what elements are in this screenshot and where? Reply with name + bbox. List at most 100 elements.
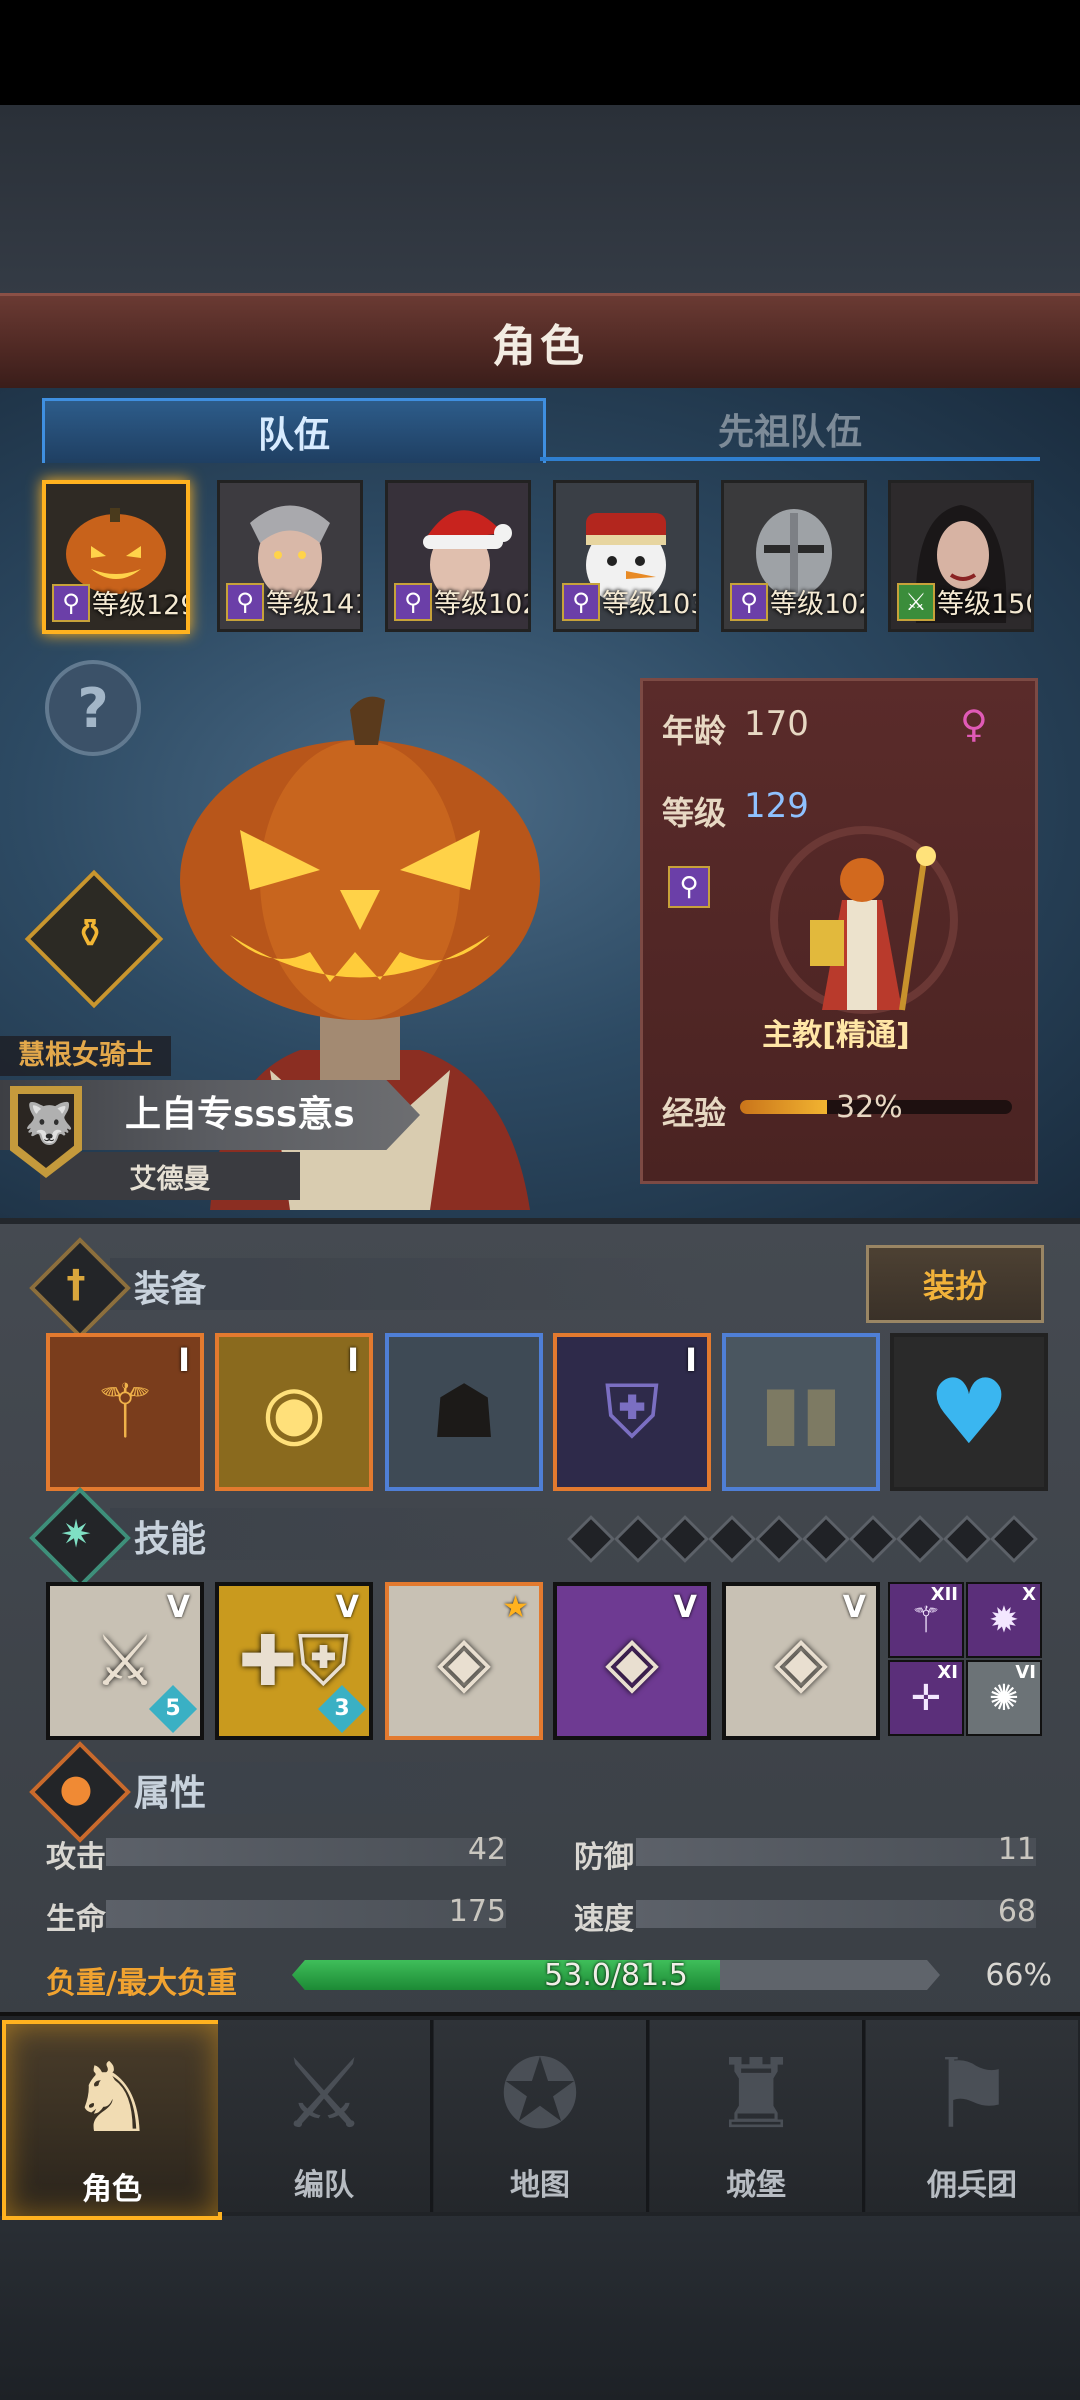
nav-label: 城堡 — [726, 2168, 786, 2203]
passive-skill-2[interactable]: ✹ X — [966, 1582, 1042, 1658]
mercenary-icon: ⚑ — [928, 2038, 1016, 2150]
nav-label: 角色 — [82, 2172, 142, 2207]
formation-icon: ⚔ — [280, 2038, 368, 2150]
skill-pip — [613, 1514, 663, 1564]
passive-tier: XII — [930, 1584, 958, 1605]
skill-pip — [801, 1514, 851, 1564]
skill-slot-3[interactable]: ◈ ★ — [385, 1582, 543, 1740]
age-value: 170 — [744, 704, 809, 744]
passive-skill-4[interactable]: ✺ VI — [966, 1660, 1042, 1736]
skill-pip — [566, 1514, 616, 1564]
bottom-backdrop — [0, 2212, 1080, 2400]
class-name: 主教[精通] — [762, 1018, 910, 1053]
hero-slot-5[interactable]: ⚲ 等级102 — [721, 480, 867, 632]
attack-label: 攻击 — [46, 1840, 106, 1875]
nav-label: 佣兵团 — [927, 2168, 1017, 2203]
skill-slot-1[interactable]: ⚔ V 5 — [46, 1582, 204, 1740]
equip-slot-1[interactable]: ⚚ I — [46, 1333, 204, 1491]
nav-map[interactable]: ✪ 地图 — [434, 2020, 649, 2212]
hero-slot-2[interactable]: ⚲ 等级141 — [217, 480, 363, 632]
skill-slot-2[interactable]: ✚⛨ V 3 — [215, 1582, 373, 1740]
hero-level: 等级102 — [434, 589, 531, 620]
nav-mercenary[interactable]: ⚑ 佣兵团 — [866, 2020, 1078, 2212]
speed-label: 速度 — [574, 1902, 634, 1937]
passive-skill-3[interactable]: ✛ XI — [888, 1660, 964, 1736]
defense-value: 11 — [997, 1832, 1036, 1867]
family-name: 艾德曼 — [40, 1152, 300, 1200]
status-bar-area — [0, 0, 1080, 105]
equip-tier: I — [685, 1341, 697, 1379]
compass-map-icon: ✪ — [499, 2038, 581, 2150]
hp-label: 生命 — [46, 1902, 106, 1937]
passive-tier: VI — [1015, 1662, 1036, 1683]
hero-level: 等级102 — [770, 589, 867, 620]
skill-pip — [660, 1514, 710, 1564]
attr-title: 属性 — [134, 1773, 207, 1814]
load-percent: 66% — [985, 1958, 1052, 1993]
load-label: 负重/最大负重 — [46, 1966, 237, 2001]
castle-icon: ♜ — [712, 2038, 800, 2150]
outfit-button[interactable]: 装扮 — [866, 1245, 1044, 1323]
tab-underline — [540, 457, 1040, 461]
skill-slot-4[interactable]: ◈ V — [553, 1582, 711, 1740]
passive-tier: XI — [937, 1662, 958, 1683]
equip-tier: I — [178, 1341, 190, 1379]
hero-level: 等级103 — [602, 589, 699, 620]
equip-slot-6[interactable]: ♥ — [890, 1333, 1048, 1491]
equip-slot-3[interactable]: ☗ — [385, 1333, 543, 1491]
equip-slot-2[interactable]: ◉ I — [215, 1333, 373, 1491]
knight-icon: ♞ — [68, 2042, 156, 2154]
equip-title: 装备 — [134, 1269, 207, 1310]
attack-value: 42 — [467, 1832, 506, 1867]
nav-label: 编队 — [294, 2168, 354, 2203]
hero-slot-3[interactable]: ⚲ 等级102 — [385, 480, 531, 632]
speed-value: 68 — [997, 1894, 1036, 1929]
skill-slot-5[interactable]: ◈ V — [722, 1582, 880, 1740]
hero-level: 等级129 — [92, 590, 190, 621]
skill-tier: V — [673, 1590, 697, 1625]
skill-pip — [707, 1514, 757, 1564]
equip-slot-4[interactable]: ⛨ I — [553, 1333, 711, 1491]
wolf-icon: 🐺 — [24, 1101, 74, 1147]
hero-level: 等级150 — [937, 589, 1034, 620]
star-burst-icon: ✷ — [60, 1512, 92, 1556]
person-icon: ● — [59, 1766, 93, 1810]
skill-pip — [895, 1514, 945, 1564]
skill-pip — [942, 1514, 992, 1564]
nav-formation[interactable]: ⚔ 编队 — [218, 2020, 433, 2212]
exp-label: 经验 — [662, 1094, 727, 1132]
tab-team[interactable]: 队伍 — [42, 398, 546, 463]
skill-pips — [566, 1514, 1040, 1564]
hero-slot-4[interactable]: ⚲ 等级103 — [553, 480, 699, 632]
equip-slot-5[interactable]: ▮▮ — [722, 1333, 880, 1491]
skill-title: 技能 — [134, 1519, 207, 1560]
gender-female-icon: ♀ — [960, 702, 988, 746]
question-icon: ? — [77, 676, 109, 740]
character-name[interactable]: 上自专sss意s — [125, 1080, 355, 1150]
passive-skill-1[interactable]: ⚚ XII — [888, 1582, 964, 1658]
nav-castle[interactable]: ♜ 城堡 — [650, 2020, 865, 2212]
hero-slot-1[interactable]: ⚲ 等级129 — [42, 480, 190, 634]
exp-bar-fill — [740, 1100, 828, 1114]
sword-icon: † — [66, 1262, 86, 1306]
help-button[interactable]: ? — [45, 660, 141, 756]
exp-percent: 32% — [836, 1090, 903, 1125]
skill-pip — [989, 1514, 1039, 1564]
skill-count: 5 — [165, 1696, 181, 1721]
level-label: 等级 — [662, 794, 727, 832]
bishop-figure-icon — [752, 820, 972, 1020]
tab-ancestor-team[interactable]: 先祖队伍 — [540, 398, 1040, 460]
hero-slot-6[interactable]: ⚔ 等级150 — [888, 480, 1034, 632]
hood-icon: ☗ — [389, 1337, 539, 1487]
page-title: 角色 — [0, 293, 1080, 391]
potion-icon: ⚱ — [73, 911, 107, 957]
skill-pip — [848, 1514, 898, 1564]
age-label: 年龄 — [662, 712, 727, 750]
defense-label: 防御 — [574, 1840, 634, 1875]
skill-tier: V — [166, 1590, 190, 1625]
skill-tier: V — [842, 1590, 866, 1625]
load-value: 53.0/81.5 — [544, 1958, 688, 1993]
nav-character[interactable]: ♞ 角色 — [2, 2020, 222, 2220]
race-label: 慧根女骑士 — [0, 1036, 171, 1076]
equip-tier: I — [347, 1341, 359, 1379]
